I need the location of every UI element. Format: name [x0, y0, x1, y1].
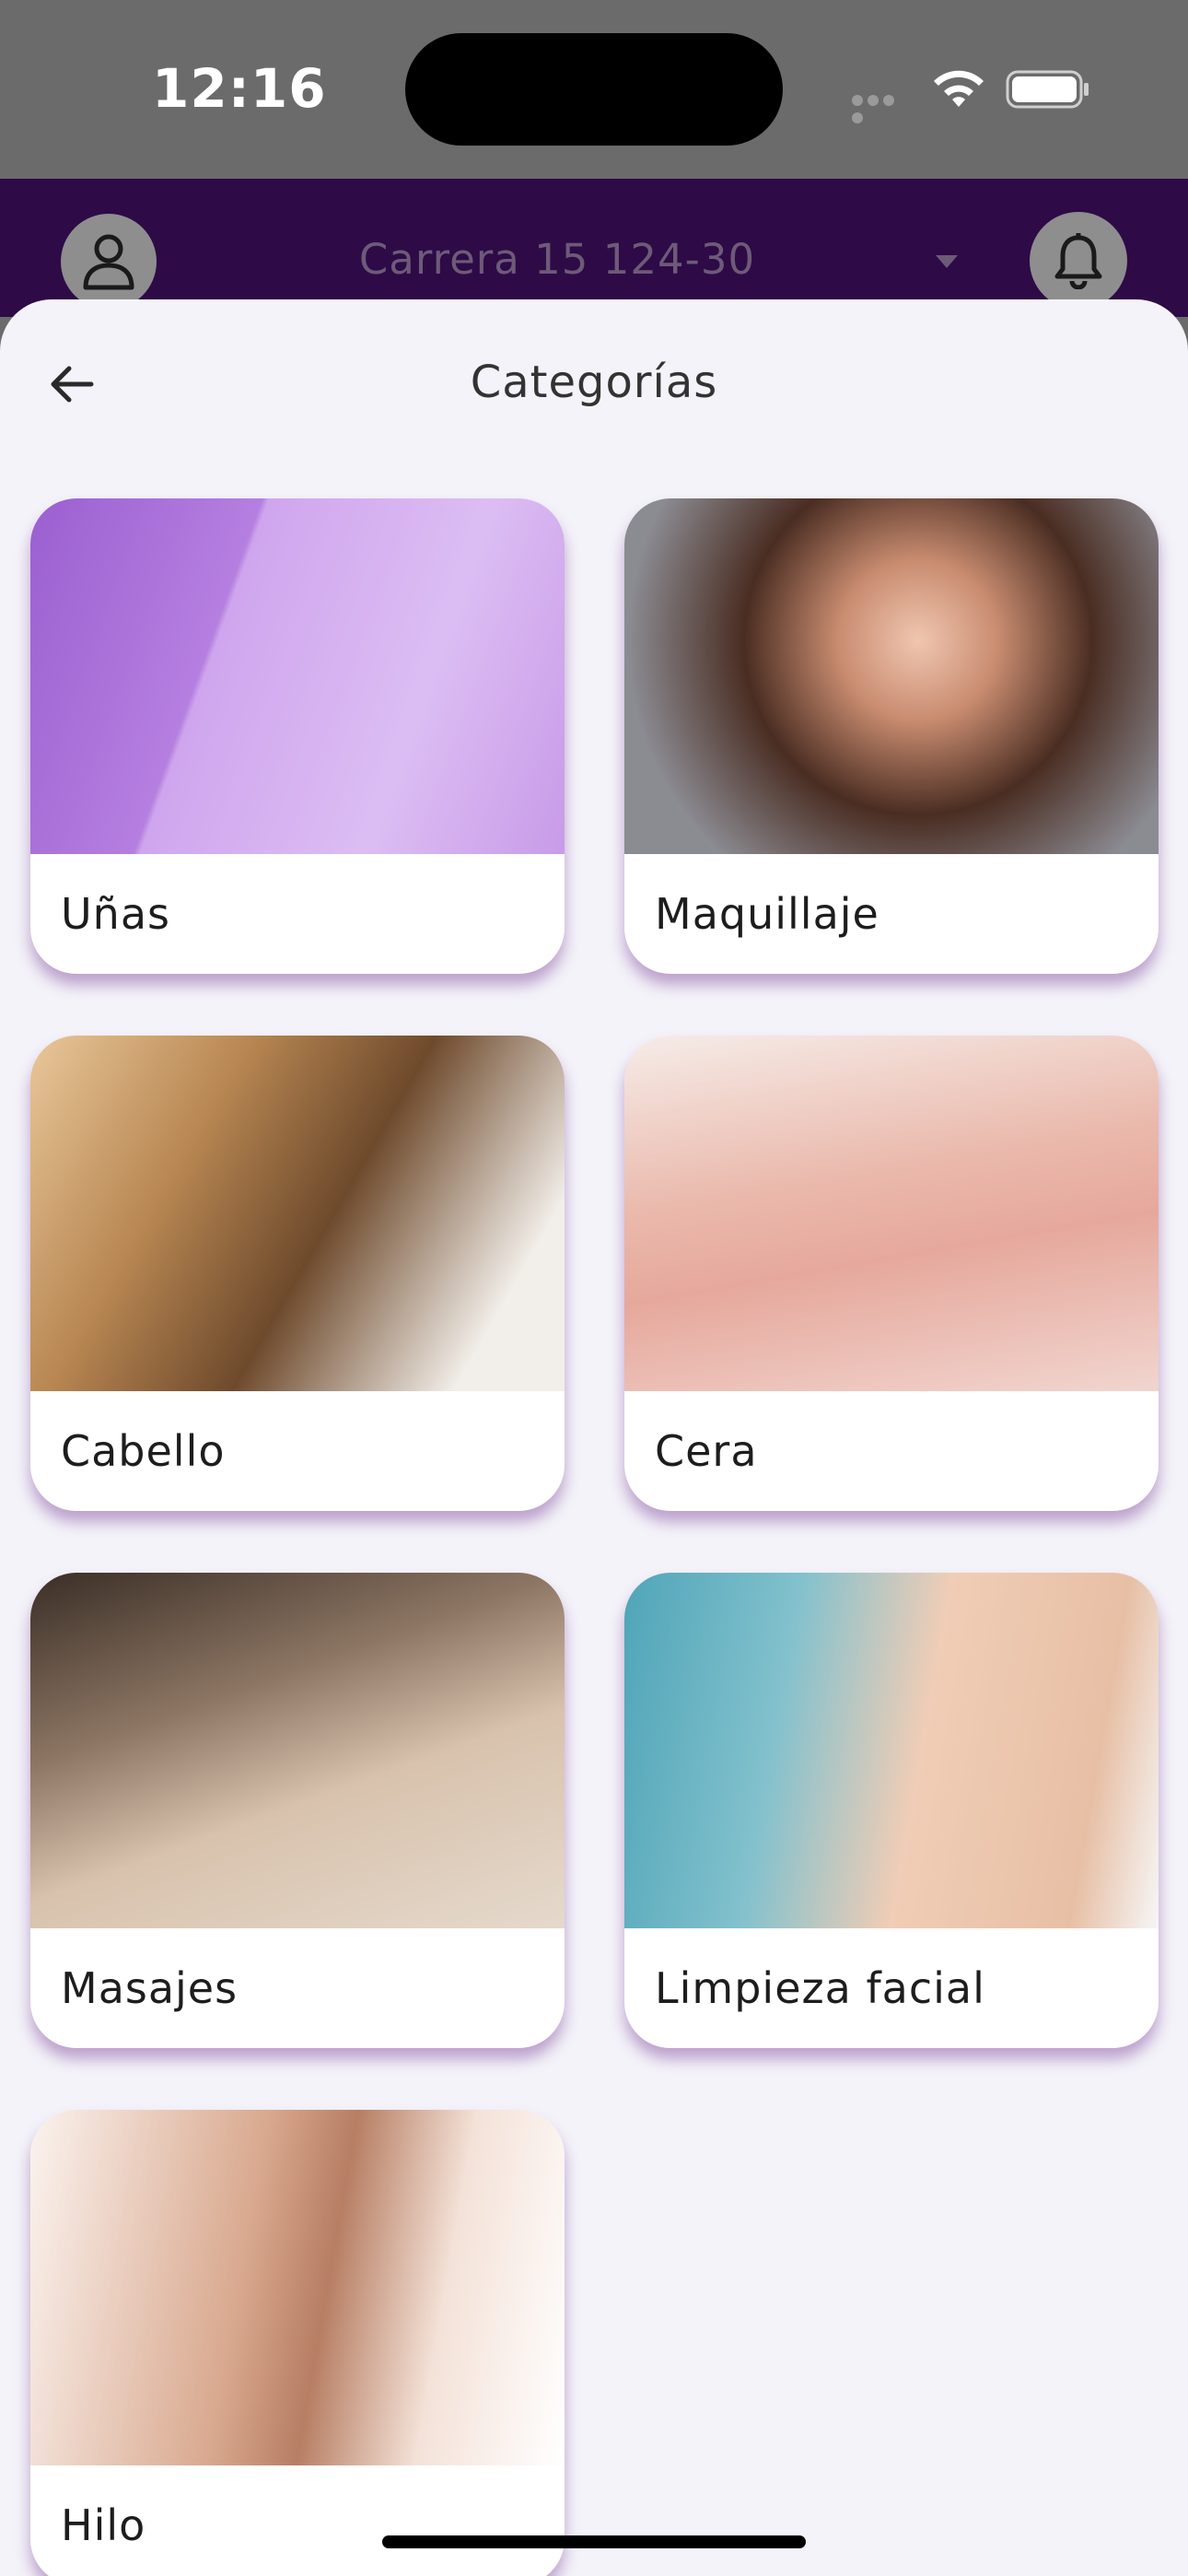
category-label: Cera	[655, 1426, 758, 1476]
caret-down-icon[interactable]	[934, 253, 960, 270]
category-card-unas[interactable]: Uñas	[30, 498, 565, 974]
category-image	[30, 498, 565, 854]
screen: 12:16 Carrera 15 124-30 Categorías Uñas …	[0, 0, 1188, 2576]
category-label: Maquillaje	[655, 889, 879, 939]
cellular-signal-icon	[852, 92, 913, 123]
category-image	[30, 1036, 565, 1391]
category-card-masajes[interactable]: Masajes	[30, 1573, 565, 2048]
category-image	[624, 1573, 1159, 1928]
category-image	[624, 1036, 1159, 1391]
category-label: Masajes	[61, 1963, 239, 2013]
user-icon	[83, 234, 134, 290]
bell-icon	[1054, 233, 1102, 289]
notifications-button[interactable]	[1030, 212, 1127, 310]
category-label: Uñas	[61, 889, 170, 939]
category-card-maquillaje[interactable]: Maquillaje	[624, 498, 1159, 974]
status-bar: 12:16	[0, 0, 1188, 179]
categories-sheet: Categorías Uñas Maquillaje Cabello Cera …	[0, 299, 1188, 2576]
category-image	[30, 2110, 565, 2465]
status-time: 12:16	[152, 57, 327, 120]
category-card-cera[interactable]: Cera	[624, 1036, 1159, 1511]
category-card-hilo[interactable]: Hilo	[30, 2110, 565, 2576]
battery-icon	[1006, 70, 1089, 109]
category-image	[30, 1573, 565, 1928]
category-card-cabello[interactable]: Cabello	[30, 1036, 565, 1511]
address-selector[interactable]: Carrera 15 124-30	[276, 235, 838, 284]
page-title: Categorías	[470, 357, 718, 408]
category-label: Hilo	[61, 2500, 146, 2550]
profile-button[interactable]	[61, 214, 157, 310]
category-label: Limpieza facial	[655, 1963, 985, 2013]
home-indicator[interactable]	[382, 2535, 806, 2548]
wifi-icon	[934, 70, 984, 107]
category-label: Cabello	[61, 1426, 226, 1476]
category-card-limpieza-facial[interactable]: Limpieza facial	[624, 1573, 1159, 2048]
dynamic-island	[405, 33, 783, 146]
category-image	[624, 498, 1159, 854]
